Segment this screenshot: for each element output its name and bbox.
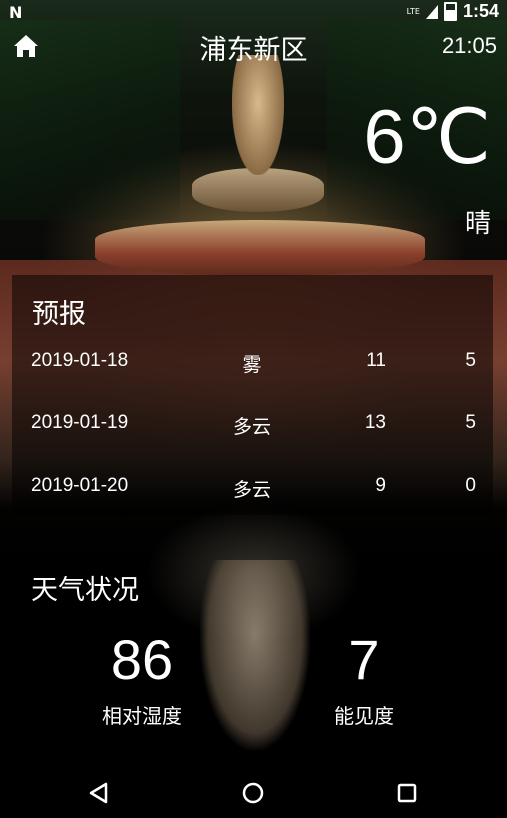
visibility-label: 能见度 [334,704,394,728]
humidity-block: 86 相对湿度 [72,632,212,729]
status-bar: N LTE 1:54 [0,0,507,24]
forecast-low: 5 [465,350,476,371]
forecast-low: 0 [465,475,476,496]
forecast-date: 2019-01-18 [31,350,129,371]
forecast-title: 预报 [32,299,86,330]
background-statue [232,55,284,175]
city-title: 浦东新区 [199,35,308,66]
forecast-high: 9 [375,475,386,496]
forecast-condition: 多云 [232,479,271,501]
forecast-high: 13 [364,412,386,433]
forecast-condition: 多云 [232,416,271,438]
signal-icon [425,4,438,19]
forecast-date: 2019-01-20 [31,475,129,496]
navigation-bar [0,766,507,818]
status-clock: 1:54 [462,1,499,21]
visibility-value: 7 [348,628,380,691]
forecast-high: 11 [366,350,386,371]
network-type: LTE [406,7,420,16]
recents-square-icon[interactable] [392,778,422,808]
battery-icon [443,2,457,21]
forecast-condition: 雾 [242,354,262,376]
visibility-block: 7 能见度 [294,632,434,729]
background-fountain-tier [95,220,425,276]
forecast-row: 2019-01-20 多云 9 0 [12,475,493,505]
status-icons: LTE 1:54 [407,1,499,22]
humidity-label: 相对湿度 [102,704,182,728]
forecast-date: 2019-01-19 [31,412,129,433]
forecast-row: 2019-01-19 多云 13 5 [12,412,493,442]
weather-status-title: 天气状况 [31,575,139,606]
forecast-row: 2019-01-18 雾 11 5 [12,350,493,380]
current-condition: 晴 [464,209,491,239]
back-triangle-icon[interactable] [84,778,114,808]
forecast-panel: 预报 2019-01-18 雾 11 5 2019-01-19 多云 13 5 … [12,275,493,515]
home-circle-icon[interactable] [238,778,268,808]
current-temperature: 6℃ [363,95,491,180]
humidity-value: 86 [110,628,174,691]
forecast-low: 5 [465,412,476,433]
notification-n-icon: N [9,3,23,22]
update-time: 21:05 [441,33,497,58]
